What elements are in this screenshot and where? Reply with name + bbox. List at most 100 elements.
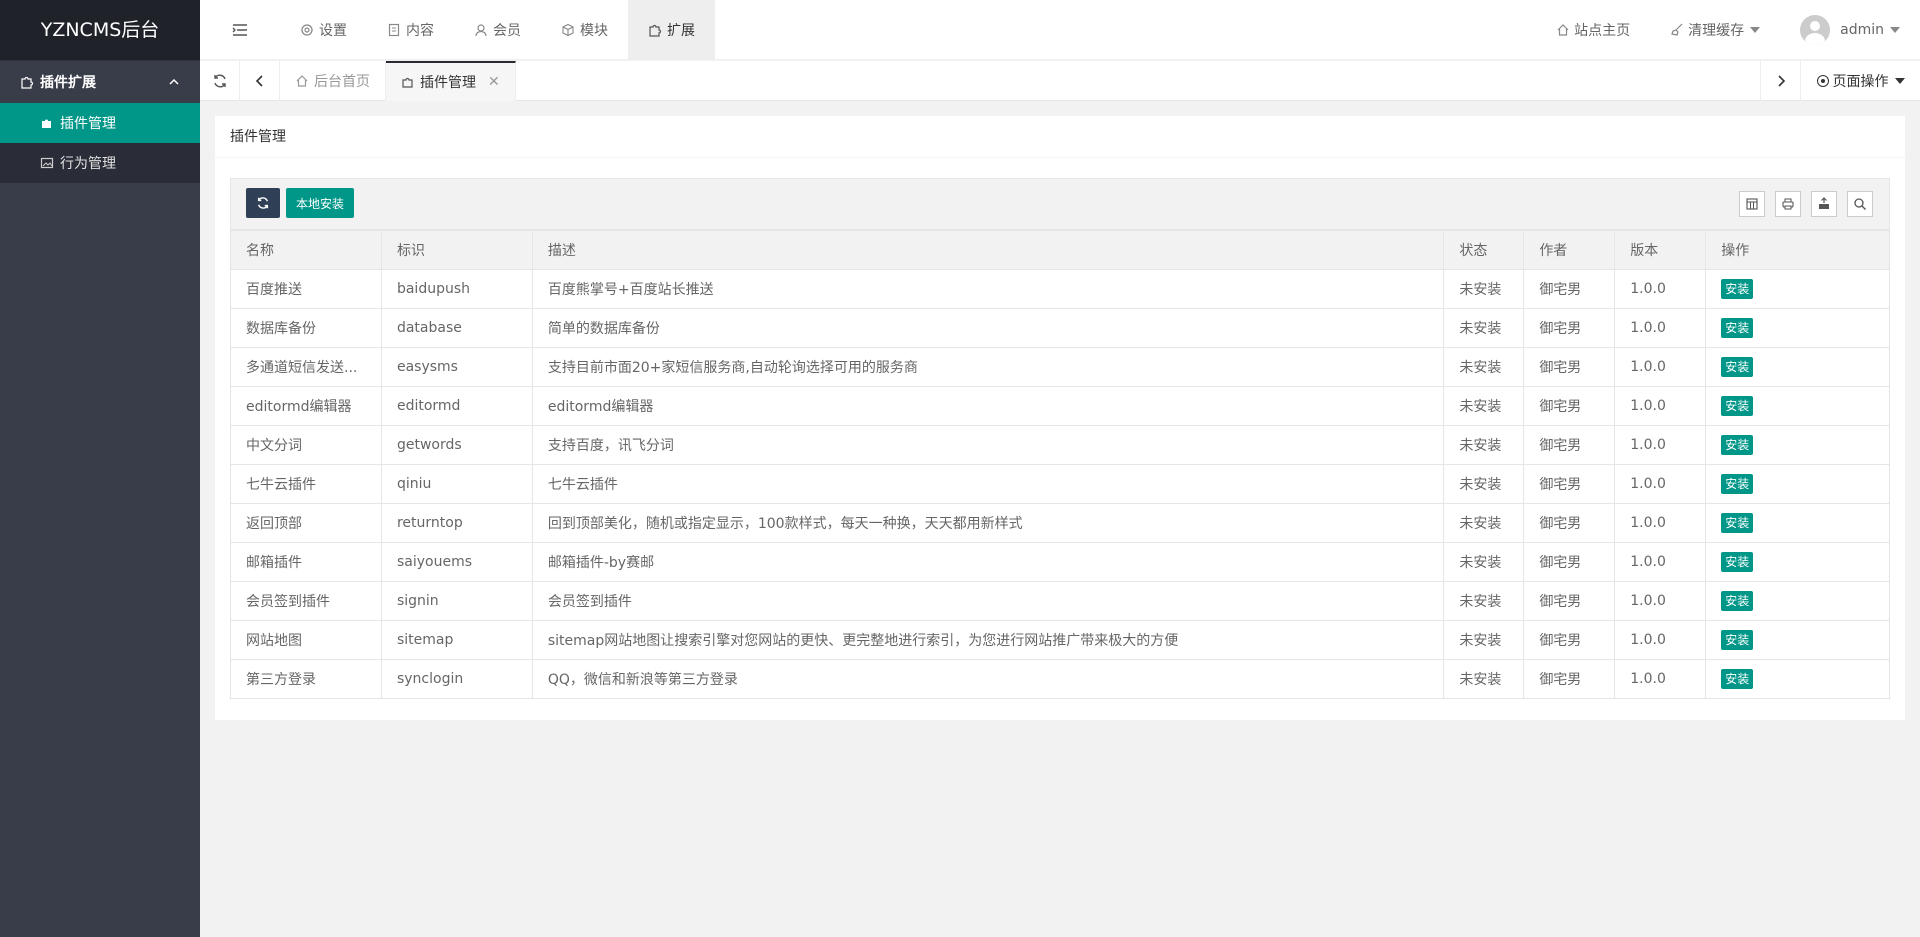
install-button[interactable]: 安装 xyxy=(1721,279,1754,299)
cell-id-text: returntop xyxy=(396,515,463,531)
sidebar-item-label: 插件管理 xyxy=(60,116,116,132)
broom-icon xyxy=(1671,23,1683,36)
top-header: 设置 内容 会员 模块 扩展 站点主页 清理缓存 admin xyxy=(200,0,1920,60)
chevron-left-icon xyxy=(255,75,263,87)
cell-author-text: 御宅男 xyxy=(1539,282,1582,298)
column-header-version[interactable]: 版本 xyxy=(1614,230,1707,270)
install-button[interactable]: 安装 xyxy=(1721,435,1754,455)
sidebar-item-plugin-manage[interactable]: 插件管理 xyxy=(0,103,200,143)
plugin-table: 名称 标识 描述 状态 作者 版本 操作 百度推送 baidupush 百度熊掌号+… xyxy=(230,230,1890,699)
column-header-id[interactable]: 标识 xyxy=(380,230,533,270)
install-button[interactable]: 安装 xyxy=(1721,396,1754,416)
cell-author: 御宅男 xyxy=(1523,620,1616,660)
puzzle-icon xyxy=(649,24,662,37)
cell-action: 安装 xyxy=(1705,620,1890,660)
cell-status-text: 未安装 xyxy=(1459,399,1502,415)
sidebar-item-behavior-manage[interactable]: 行为管理 xyxy=(0,143,200,183)
table-row[interactable]: editormd编辑器 editormd editormd编辑器 未安装 御宅男 1.0.… xyxy=(230,386,1890,426)
app-logo[interactable]: YZNCMS后台 xyxy=(0,0,200,60)
table-row[interactable]: 返回顶部 returntop 回到顶部美化，随机或指定显示，100款样式，每天一种换… xyxy=(230,503,1890,543)
install-button[interactable]: 安装 xyxy=(1721,318,1754,338)
table-row[interactable]: 多通道短信发送... easysms 支持目前市面20+家短信服务商,自动轮询选择可… xyxy=(230,347,1890,387)
close-icon[interactable]: ✕ xyxy=(488,74,500,90)
cell-desc: 七牛云插件 xyxy=(531,464,1445,504)
topnav-modules[interactable]: 模块 xyxy=(541,0,628,60)
menu-toggle-icon[interactable] xyxy=(230,20,250,40)
cell-author-text: 御宅男 xyxy=(1539,672,1582,688)
topnav-extensions[interactable]: 扩展 xyxy=(628,0,715,60)
cell-name: 百度推送 xyxy=(230,269,382,309)
topnav-members[interactable]: 会员 xyxy=(454,0,541,60)
install-button[interactable]: 安装 xyxy=(1721,474,1754,494)
table-row[interactable]: 七牛云插件 qiniu 七牛云插件 未安装 御宅男 1.0.0 安装 xyxy=(230,464,1890,504)
chevron-up-icon xyxy=(169,78,179,85)
cell-version-text: 1.0.0 xyxy=(1630,359,1666,375)
cell-action: 安装 xyxy=(1705,581,1890,621)
install-button[interactable]: 安装 xyxy=(1721,552,1754,572)
column-header-status[interactable]: 状态 xyxy=(1443,230,1525,270)
topnav-settings[interactable]: 设置 xyxy=(280,0,367,60)
refresh-tab-button[interactable] xyxy=(200,61,240,101)
table-row[interactable]: 第三方登录 synclogin QQ，微信和新浪等第三方登录 未安装 御宅男 1.0.0 安… xyxy=(230,659,1890,699)
clear-cache-dropdown[interactable]: 清理缓存 xyxy=(1650,0,1780,60)
table-row[interactable]: 邮箱插件 saiyouems 邮箱插件-by赛邮 未安装 御宅男 1.0.0 安装 xyxy=(230,542,1890,582)
tab-plugin-manage[interactable]: 插件管理 ✕ xyxy=(386,61,516,101)
refresh-button[interactable] xyxy=(246,188,280,218)
cell-version: 1.0.0 xyxy=(1614,464,1707,504)
table-row[interactable]: 数据库备份 database 简单的数据库备份 未安装 御宅男 1.0.0 安装 xyxy=(230,308,1890,348)
user-menu[interactable]: admin xyxy=(1780,0,1920,60)
print-button[interactable] xyxy=(1775,191,1801,217)
cell-version: 1.0.0 xyxy=(1614,425,1707,465)
cell-status-text: 未安装 xyxy=(1459,633,1502,649)
cell-status: 未安装 xyxy=(1443,581,1525,621)
local-install-button[interactable]: 本地安装 xyxy=(286,188,354,218)
sidebar-group-plugins[interactable]: 插件扩展 xyxy=(0,60,200,103)
cell-desc-text: 回到顶部美化，随机或指定显示，100款样式，每天一种换，天天都用新样式 xyxy=(547,516,1023,532)
column-header-desc[interactable]: 描述 xyxy=(531,230,1445,270)
tab-dashboard[interactable]: 后台首页 xyxy=(280,61,386,101)
site-home-link[interactable]: 站点主页 xyxy=(1536,0,1650,60)
cell-author-text: 御宅男 xyxy=(1539,360,1582,376)
cell-version: 1.0.0 xyxy=(1614,386,1707,426)
table-row[interactable]: 中文分词 getwords 支持百度，讯飞分词 未安装 御宅男 1.0.0 安装 xyxy=(230,425,1890,465)
cell-author-text: 御宅男 xyxy=(1539,321,1582,337)
cell-desc-text: 简单的数据库备份 xyxy=(547,321,660,337)
export-button[interactable] xyxy=(1811,191,1837,217)
cell-desc: 支持目前市面20+家短信服务商,自动轮询选择可用的服务商 xyxy=(531,347,1445,387)
topnav-content[interactable]: 内容 xyxy=(367,0,454,60)
cell-desc: 回到顶部美化，随机或指定显示，100款样式，每天一种换，天天都用新样式 xyxy=(531,503,1445,543)
column-header-action[interactable]: 操作 xyxy=(1705,230,1890,270)
cell-id: baidupush xyxy=(380,269,533,309)
top-nav: 设置 内容 会员 模块 扩展 xyxy=(280,0,715,60)
cell-name-text: 多通道短信发送... xyxy=(246,360,358,376)
cell-author: 御宅男 xyxy=(1523,503,1616,543)
cell-action: 安装 xyxy=(1705,425,1890,465)
install-button[interactable]: 安装 xyxy=(1721,630,1754,650)
tab-scroll-right-button[interactable] xyxy=(1760,61,1800,101)
tab-scroll-left-button[interactable] xyxy=(240,61,280,101)
table-row[interactable]: 百度推送 baidupush 百度熊掌号+百度站长推送 未安装 御宅男 1.0.0 安装 xyxy=(230,269,1890,309)
install-button[interactable]: 安装 xyxy=(1721,357,1754,377)
cell-version: 1.0.0 xyxy=(1614,347,1707,387)
cell-id: getwords xyxy=(380,425,533,465)
cell-name: 中文分词 xyxy=(230,425,382,465)
cell-desc: QQ，微信和新浪等第三方登录 xyxy=(531,659,1445,699)
page-op-label: 页面操作 xyxy=(1832,74,1889,90)
cell-version-text: 1.0.0 xyxy=(1630,632,1666,648)
install-button[interactable]: 安装 xyxy=(1721,591,1754,611)
column-header-name[interactable]: 名称 xyxy=(230,230,382,270)
table-row[interactable]: 会员签到插件 signin 会员签到插件 未安装 御宅男 1.0.0 安装 xyxy=(230,581,1890,621)
plugin-icon xyxy=(42,119,51,128)
column-header-author[interactable]: 作者 xyxy=(1523,230,1616,270)
cell-author: 御宅男 xyxy=(1523,308,1616,348)
install-button[interactable]: 安装 xyxy=(1721,513,1754,533)
cell-id: saiyouems xyxy=(380,542,533,582)
cell-desc-text: 支持目前市面20+家短信服务商,自动轮询选择可用的服务商 xyxy=(547,360,918,376)
search-button[interactable] xyxy=(1847,191,1873,217)
user-icon xyxy=(475,24,487,37)
install-button[interactable]: 安装 xyxy=(1721,669,1754,689)
table-row[interactable]: 网站地图 sitemap sitemap网站地图让搜索引擎对您网站的更快、更完整地进… xyxy=(230,620,1890,660)
cell-id: synclogin xyxy=(380,659,533,699)
columns-filter-button[interactable] xyxy=(1739,191,1765,217)
page-operations-dropdown[interactable]: 页面操作 xyxy=(1800,61,1920,101)
